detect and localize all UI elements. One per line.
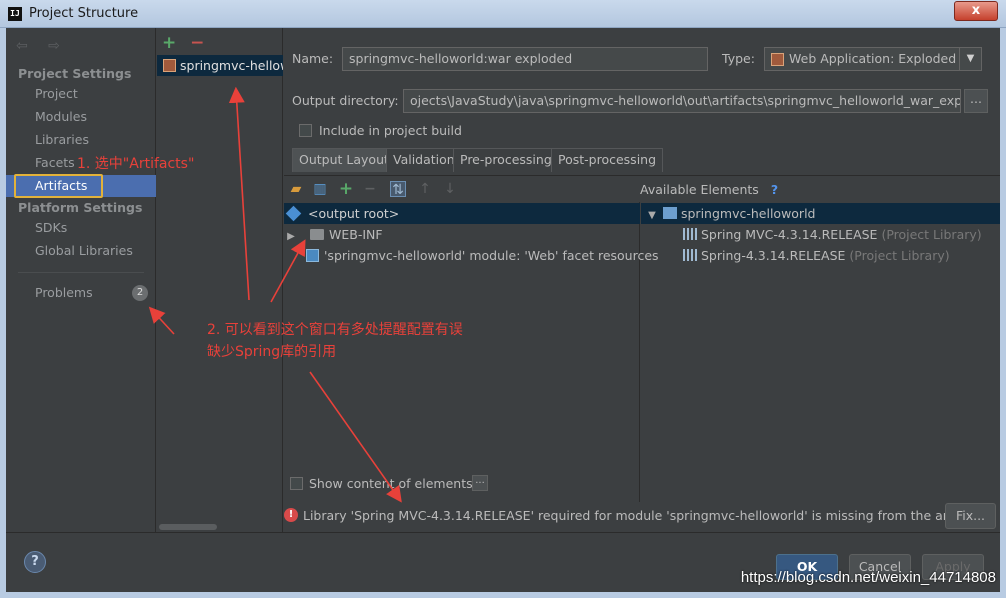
validation-error-row: ! Library 'Spring MVC-4.3.14.RELEASE' re… [284,503,1000,529]
nav-item-global-libraries[interactable]: Global Libraries [6,240,156,262]
create-directory-icon[interactable]: ▰ [288,181,304,197]
name-label: Name: [292,51,334,66]
window-close-button[interactable]: x [954,1,998,21]
project-icon [662,207,677,219]
platform-settings-heading: Platform Settings [18,200,143,215]
web-app-type-icon [771,53,784,66]
tab-validation[interactable]: Validation [386,148,462,172]
help-icon[interactable]: ? [771,182,778,197]
output-layout-panel: ▰ ▥ + − ⇅ ↑ ↓ Available Elements ? <outp… [284,175,1000,503]
artifacts-toolbar: + − [162,33,204,53]
add-element-icon[interactable]: + [338,181,354,198]
back-forward-icon[interactable]: ⇦ ⇨ [16,38,68,54]
name-field[interactable]: springmvc-helloworld:war exploded [342,47,708,71]
show-content-options-button[interactable]: ... [472,475,488,491]
war-artifact-icon [163,59,176,72]
tree-item-web-inf[interactable]: ▶ WEB-INF [284,224,383,247]
output-directory-label: Output directory: [292,93,399,108]
output-root-icon [285,205,302,222]
available-item-spring-mvc-library[interactable]: Spring MVC-4.3.14.RELEASE (Project Libra… [683,224,982,245]
window-frame-right [1000,28,1006,598]
artifact-item-label: springmvc-helloworld:war exploded [180,58,283,73]
available-elements-header: Available Elements ? [640,182,778,197]
nav-item-libraries[interactable]: Libraries [6,129,156,151]
problems-count-badge: 2 [132,285,148,301]
collapse-arrow-icon[interactable]: ▼ [645,205,659,226]
nav-item-sdks[interactable]: SDKs [6,217,156,239]
error-icon: ! [284,508,298,522]
folder-icon [309,229,324,240]
tree-item-facet-resources[interactable]: 'springmvc-helloworld' module: 'Web' fac… [306,245,659,266]
create-archive-icon[interactable]: ▥ [312,181,328,197]
type-dropdown-value: Web Application: Exploded [789,51,957,66]
include-in-build-label: Include in project build [319,123,462,138]
output-directory-field[interactable]: ojects\JavaStudy\java\springmvc-hellowor… [403,89,961,113]
problems-label: Problems [35,285,93,300]
move-down-icon[interactable]: ↓ [442,181,458,197]
annotation-step-2-line-1: 2. 可以看到这个窗口有多处提醒配置有误 [207,322,463,338]
tab-post-processing[interactable]: Post-processing [551,148,664,172]
library-icon [683,228,697,240]
artifacts-horizontal-scrollbar[interactable] [159,524,217,530]
tab-pre-processing[interactable]: Pre-processing [453,148,559,172]
tab-output-layout[interactable]: Output Layout [292,148,396,172]
available-elements-tree: ▼ springmvc-helloworld Spring MVC-4.3.14… [641,202,1000,502]
nav-divider [18,272,144,273]
chevron-down-icon: ▼ [959,48,981,70]
nav-item-project[interactable]: Project [6,83,156,105]
window-frame-bottom [0,592,1006,598]
remove-artifact-icon[interactable]: − [190,33,204,53]
window-title: Project Structure [29,6,139,21]
output-layout-tree: <output root> ▶ WEB-INF 'springmvc-hello… [284,202,659,502]
error-message: Library 'Spring MVC-4.3.14.RELEASE' requ… [303,508,981,523]
module-icon [306,249,319,262]
available-elements-title: Available Elements [640,182,759,197]
available-project-label: springmvc-helloworld [680,206,816,221]
sort-elements-icon[interactable]: ⇅ [390,181,406,198]
show-content-checkbox[interactable] [290,477,303,490]
spring-mvc-library-label: Spring MVC-4.3.14.RELEASE [701,227,878,242]
nav-item-modules[interactable]: Modules [6,106,156,128]
output-root-label: <output root> [308,206,400,221]
add-artifact-icon[interactable]: + [162,33,176,53]
settings-nav: ⇦ ⇨ Project Settings Project Modules Lib… [6,28,156,532]
available-item-spring-library[interactable]: Spring-4.3.14.RELEASE (Project Library) [683,245,950,266]
layout-toolbar: ▰ ▥ + − ⇅ ↑ ↓ Available Elements ? [284,176,1000,202]
remove-element-icon[interactable]: − [362,181,378,197]
spring-library-label: Spring-4.3.14.RELEASE [701,248,846,263]
web-inf-label: WEB-INF [328,227,383,242]
expand-arrow-icon[interactable]: ▶ [284,226,298,247]
annotation-highlight-box [14,174,103,198]
nav-item-problems[interactable]: Problems 2 [6,282,156,304]
annotation-step-2-line-2: 缺少Spring库的引用 [207,344,337,360]
library-icon [683,249,697,261]
project-settings-heading: Project Settings [18,66,132,81]
annotation-step-1: 1. 选中"Artifacts" [77,156,195,172]
facet-resources-label: 'springmvc-helloworld' module: 'Web' fac… [324,248,659,263]
intellij-app-icon: IJ [8,7,22,21]
spring-library-scope: (Project Library) [849,248,950,263]
move-up-icon[interactable]: ↑ [417,181,433,197]
type-dropdown[interactable]: Web Application: Exploded ▼ [764,47,982,71]
title-bar: IJ Project Structure x [0,0,1006,28]
show-content-label: Show content of elements [309,476,473,491]
watermark-url: https://blog.csdn.net/weixin_44714808 [740,569,996,586]
artifact-item[interactable]: springmvc-helloworld:war exploded [157,55,283,76]
fix-button[interactable]: Fix... [945,503,996,529]
available-item-project[interactable]: ▼ springmvc-helloworld [641,203,1000,224]
help-button[interactable]: ? [24,551,46,573]
type-label: Type: [722,51,755,66]
browse-output-directory-button[interactable]: ... [964,89,988,113]
include-in-build-checkbox[interactable] [299,124,312,137]
artifacts-list-panel: + − springmvc-helloworld:war exploded [157,28,283,532]
spring-mvc-library-scope: (Project Library) [881,227,982,242]
tree-item-output-root[interactable]: <output root> [284,203,640,224]
